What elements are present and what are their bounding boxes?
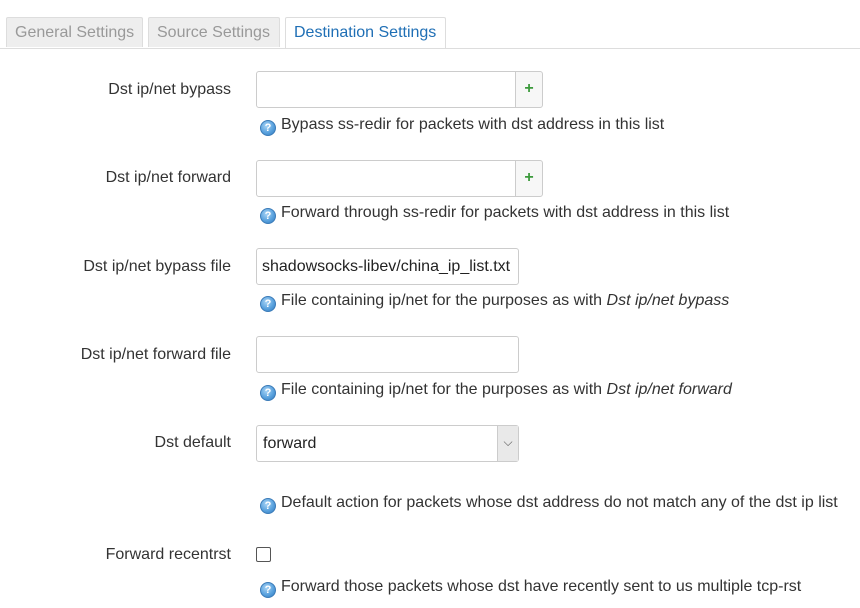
- dst-bypass-file-help-ref: Dst ip/net bypass: [606, 292, 730, 309]
- dst-bypass-file-help: ? File containing ip/net for the purposes…: [260, 292, 730, 312]
- tab-destination-settings[interactable]: Destination Settings: [285, 17, 446, 48]
- chevron-down-icon[interactable]: ⌵: [497, 426, 518, 461]
- dst-default-help-text: Default action for packets whose dst add…: [281, 494, 838, 511]
- dst-bypass-input[interactable]: [256, 71, 516, 108]
- tab-source-settings[interactable]: Source Settings: [148, 17, 280, 47]
- help-icon: ?: [260, 385, 276, 401]
- help-icon: ?: [260, 208, 276, 224]
- dst-bypass-label: Dst ip/net bypass: [108, 81, 231, 98]
- tab-general-settings[interactable]: General Settings: [6, 17, 143, 47]
- forward-recentrst-help-text: Forward those packets whose dst have rec…: [281, 578, 802, 595]
- dst-forward-file-help: ? File containing ip/net for the purposes…: [260, 381, 732, 401]
- help-icon: ?: [260, 296, 276, 312]
- dst-default-select[interactable]: forward ⌵: [256, 425, 519, 462]
- forward-recentrst-help: ? Forward those packets whose dst have re…: [260, 578, 802, 598]
- dst-forward-input[interactable]: [256, 160, 516, 197]
- help-icon: ?: [260, 582, 276, 598]
- dst-bypass-add-button[interactable]: +: [515, 71, 543, 108]
- dst-bypass-file-input[interactable]: shadowsocks-libev/china_ip_list.txt: [256, 248, 519, 285]
- dst-forward-add-button[interactable]: +: [515, 160, 543, 197]
- dst-bypass-help-text: Bypass ss-redir for packets with dst add…: [281, 116, 665, 133]
- dst-forward-label: Dst ip/net forward: [105, 169, 231, 186]
- dst-forward-file-help-ref: Dst ip/net forward: [606, 381, 732, 398]
- dst-forward-help-text: Forward through ss-redir for packets wit…: [281, 204, 730, 221]
- dst-default-label: Dst default: [154, 434, 231, 451]
- forward-recentrst-checkbox[interactable]: [256, 547, 271, 562]
- dst-forward-file-input[interactable]: [256, 336, 519, 373]
- dst-forward-file-label: Dst ip/net forward file: [80, 346, 231, 363]
- dst-forward-help: ? Forward through ss-redir for packets wi…: [260, 204, 730, 224]
- dst-default-help: ? Default action for packets whose dst ad…: [260, 494, 838, 514]
- plus-icon: +: [524, 80, 534, 97]
- dst-bypass-help: ? Bypass ss-redir for packets with dst ad…: [260, 116, 665, 136]
- dst-bypass-file-label: Dst ip/net bypass file: [83, 258, 231, 275]
- plus-icon: +: [524, 169, 534, 186]
- forward-recentrst-label: Forward recentrst: [105, 546, 231, 563]
- dst-forward-file-help-text: File containing ip/net for the purposes …: [281, 381, 607, 398]
- help-icon: ?: [260, 498, 276, 514]
- dst-bypass-file-help-text: File containing ip/net for the purposes …: [281, 292, 607, 309]
- tab-bar: General Settings Source Settings Destina…: [0, 0, 860, 49]
- dst-default-selected-value: forward: [263, 435, 317, 452]
- help-icon: ?: [260, 120, 276, 136]
